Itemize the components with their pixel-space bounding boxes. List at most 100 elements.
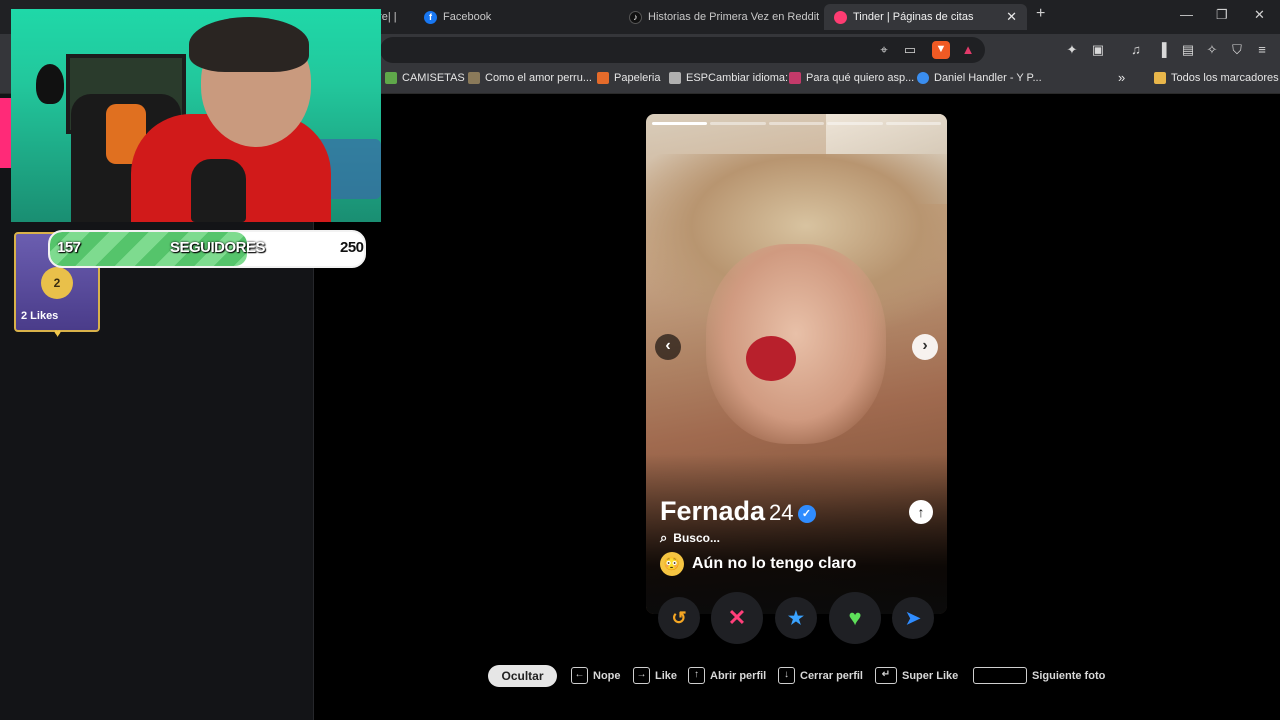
right-arrow-key-icon: → (633, 667, 650, 684)
tab-facebook[interactable]: f Facebook (414, 4, 619, 30)
previous-photo-button[interactable]: ‹ (655, 334, 681, 360)
relationship-intent: 😳 Aún no lo tengo claro (660, 552, 856, 576)
rewind-icon: ↺ (671, 607, 687, 628)
bookmark-icon (789, 72, 801, 84)
followers-goal: 250 (340, 239, 364, 256)
followers-current: 157 (57, 239, 81, 256)
space-key-icon (973, 667, 1027, 684)
tab-reddit-stories[interactable]: ♪ Historias de Primera Vez en Reddit | (619, 4, 819, 30)
bookmark-label: CAMISETAS (402, 72, 465, 84)
shopify-icon (385, 72, 397, 84)
cast-icon[interactable]: ▭ (902, 42, 918, 58)
sidebar-icon[interactable]: ▐ (1154, 42, 1170, 58)
profile-age: 24 (769, 500, 794, 525)
shortcut-label: Super Like (902, 669, 959, 682)
bookmark-para-que[interactable]: Para qué quiero asp... (789, 72, 914, 84)
likes-label: 2 Likes (21, 310, 59, 322)
bookmark-icon (669, 72, 681, 84)
open-profile-button[interactable]: ↑ (909, 500, 933, 524)
extensions-icon[interactable]: ✦ (1064, 42, 1080, 58)
shortcut-nope: ← Nope (571, 667, 621, 684)
address-input[interactable] (380, 37, 985, 63)
menu-icon[interactable]: ≡ (1254, 42, 1270, 58)
facebook-icon: f (424, 10, 437, 24)
bookmark-papeleria[interactable]: Papeleria (597, 72, 660, 84)
rewind-button[interactable]: ↺ (658, 597, 700, 639)
location-icon[interactable]: ⌖ (876, 42, 892, 58)
likes-count-coin: 2 (41, 267, 73, 299)
screenshot-icon[interactable]: ▣ (1090, 42, 1106, 58)
more-bookmarks-button[interactable]: » (1118, 70, 1125, 85)
shortcut-open-profile: ↑ Abrir perfil (688, 667, 766, 684)
down-arrow-key-icon: ↓ (778, 667, 795, 684)
looking-for-label: Busco... (673, 531, 720, 545)
close-window-icon[interactable]: ✕ (1254, 7, 1265, 23)
super-like-button[interactable]: ★ (775, 597, 817, 639)
profile-name-line: Fernada 24 ✓ (660, 496, 816, 527)
tab-tinder[interactable]: Tinder | Páginas de citas ✕ (824, 4, 1027, 30)
tab-label: Facebook (443, 11, 492, 23)
wall-mask (36, 64, 64, 104)
intent-emoji-icon: 😳 (660, 552, 684, 576)
wallet-icon[interactable]: ▤ (1180, 42, 1196, 58)
photo-progress-segment[interactable] (827, 122, 883, 125)
profile-card[interactable]: ‹ › Fernada 24 ✓ ↑ ⌕ Busco... 😳 Aún no lo … (646, 114, 947, 614)
shortcut-label: Cerrar perfil (800, 669, 863, 682)
verified-badge-icon: ✓ (797, 505, 816, 523)
minimize-icon[interactable]: — (1180, 7, 1193, 22)
photo-progress-segment[interactable] (768, 122, 825, 125)
followers-goal-bar: 157 SEGUIDORES 250 (48, 230, 366, 268)
all-bookmarks-button[interactable]: Todos los marcadores (1154, 72, 1279, 84)
swipe-actions: ↺ ✕ ★ ♥ ➤ (652, 592, 942, 646)
photo-progress-indicator (652, 122, 942, 126)
bookmark-cambiar-idioma[interactable]: ESPCambiar idioma: (669, 72, 788, 84)
vpn-icon[interactable]: ⛉ (1229, 42, 1245, 58)
bookmark-camisetas[interactable]: CAMISETAS (385, 72, 465, 84)
send-icon: ➤ (905, 607, 921, 628)
boost-button[interactable]: ➤ (892, 597, 934, 639)
shortcut-label: Siguiente foto (1032, 669, 1106, 682)
search-icon: ⌕ (660, 530, 668, 545)
photo-progress-segment[interactable] (885, 122, 942, 125)
looking-for-heading: ⌕ Busco... (660, 530, 720, 546)
intent-text: Aún no lo tengo claro (692, 555, 857, 572)
overlay-accent-bar (0, 98, 11, 168)
brave-shield-icon[interactable]: ▼ (932, 41, 950, 59)
left-arrow-key-icon: ← (571, 667, 588, 684)
followers-label: SEGUIDORES (170, 239, 266, 256)
music-icon[interactable]: ♫ (1128, 42, 1144, 58)
restore-icon[interactable]: ❐ (1216, 7, 1228, 23)
like-button[interactable]: ♥ (829, 592, 881, 644)
tiktok-icon: ♪ (629, 10, 642, 24)
bookmark-daniel-handler[interactable]: Daniel Handler - Y P... (917, 72, 1042, 84)
next-photo-button[interactable]: › (912, 334, 938, 360)
heart-icon: ♥ (848, 605, 862, 630)
new-tab-button[interactable]: + (1036, 5, 1045, 23)
leo-ai-icon[interactable]: ✧ (1204, 42, 1220, 58)
hide-shortcuts-button[interactable]: Ocultar (488, 665, 557, 687)
folder-icon (1154, 72, 1166, 84)
rewards-icon[interactable]: ▲ (960, 42, 976, 58)
cloud-icon (917, 72, 929, 84)
bookmark-label: Papeleria (614, 72, 661, 84)
shortcut-label: Abrir perfil (710, 669, 767, 682)
photo-progress-segment[interactable] (710, 122, 766, 125)
shortcut-label: Nope (593, 669, 621, 682)
streamer-hair (189, 17, 309, 72)
nope-button[interactable]: ✕ (711, 592, 763, 644)
shortcut-like: → Like (633, 667, 677, 684)
shortcut-close-profile: ↓ Cerrar perfil (778, 667, 863, 684)
bookmark-icon (597, 72, 609, 84)
keyboard-shortcuts: Ocultar ← Nope → Like ↑ Abrir perfil ↓ C… (488, 664, 1128, 688)
tinder-icon (834, 10, 847, 24)
bookmark-amor-perruno[interactable]: Como el amor perru... (468, 72, 592, 84)
shortcut-next-photo: Siguiente foto (973, 667, 1105, 684)
close-tab-icon[interactable]: ✕ (1006, 9, 1017, 25)
screen: ore| | f Facebook ♪ Historias de Primera… (0, 0, 1280, 720)
up-arrow-key-icon: ↑ (688, 667, 705, 684)
photo-face (706, 244, 886, 444)
photo-progress-segment[interactable] (652, 122, 708, 125)
bookmark-icon (468, 72, 480, 84)
bookmark-label: Daniel Handler - Y P... (934, 72, 1042, 84)
shortcut-label: Like (655, 669, 678, 682)
